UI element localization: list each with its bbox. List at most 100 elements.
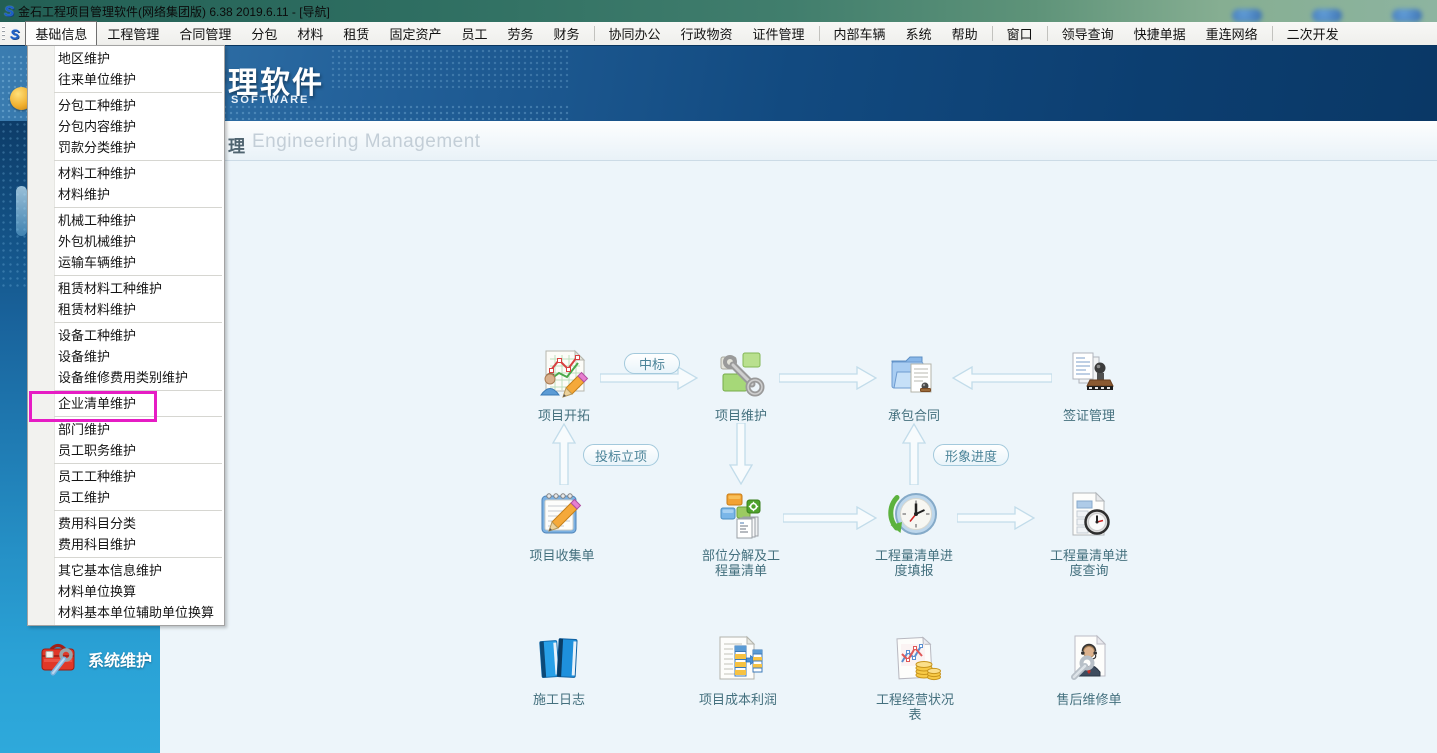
menu-item[interactable]: 基础信息 <box>25 21 97 46</box>
dropdown-item[interactable]: 材料维护 <box>28 184 224 205</box>
flow-node-label: 项目收集单 <box>504 548 620 563</box>
menu-item[interactable]: 窗口 <box>997 21 1043 46</box>
application-window: 管理软件 ENT SOFTWARE 理 Engineering Manageme… <box>0 0 1437 753</box>
flow-arrow-down <box>729 423 753 490</box>
menu-separator <box>594 26 595 41</box>
dropdown-item[interactable]: 材料单位换算 <box>28 581 224 602</box>
sidebar-item-label: 系统维护 <box>88 647 152 671</box>
menu-item[interactable]: 工程管理 <box>97 21 169 46</box>
flow-node-jyzk[interactable]: 工程经营状况表 <box>857 632 973 723</box>
doc-support-wrench-icon <box>1062 632 1116 686</box>
sidebar-item-partial[interactable] <box>16 186 27 236</box>
dropdown-item[interactable]: 租赁材料维护 <box>28 299 224 320</box>
menu-item[interactable]: 协同办公 <box>599 21 671 46</box>
dropdown-item[interactable]: 费用科目维护 <box>28 534 224 555</box>
dropdown-separator <box>54 322 222 323</box>
flow-node-label: 项目维护 <box>683 408 799 423</box>
sidebar-item-system-maintain[interactable]: 系统维护 <box>38 639 152 679</box>
dropdown-item[interactable]: 外包机械维护 <box>28 231 224 252</box>
doc-chart-coins-icon <box>888 632 942 686</box>
flow-node-cbht[interactable]: 承包合同 <box>856 348 972 423</box>
dropdown-separator <box>54 160 222 161</box>
menu-item[interactable]: 财务 <box>543 21 589 46</box>
window-control-blob[interactable] <box>1392 9 1422 22</box>
dropdown-separator <box>54 510 222 511</box>
dropdown-item[interactable]: 设备工种维护 <box>28 325 224 346</box>
toolbox-wrench-icon <box>38 639 78 679</box>
menu-item[interactable]: 租赁 <box>333 21 379 46</box>
dropdown-item[interactable]: 设备维修费用类别维护 <box>28 367 224 388</box>
menu-item[interactable]: 行政物资 <box>671 21 743 46</box>
dropdown-item[interactable]: 其它基本信息维护 <box>28 560 224 581</box>
section-header: 理 Engineering Management <box>160 121 1437 161</box>
flow-node-xmsjd[interactable]: 项目收集单 <box>504 488 620 563</box>
menu-item[interactable]: 固定资产 <box>379 21 451 46</box>
menu-item[interactable]: 帮助 <box>942 21 988 46</box>
menu-item[interactable]: 分包 <box>241 21 287 46</box>
toolbar-grip[interactable] <box>2 26 5 42</box>
dropdown-item[interactable]: 分包内容维护 <box>28 116 224 137</box>
stamp-docs-icon <box>1062 348 1116 402</box>
menu-item[interactable]: 二次开发 <box>1277 21 1349 46</box>
menu-logo-icon: S <box>10 27 19 41</box>
menu-items: 基础信息工程管理合同管理分包材料租赁固定资产员工劳务财务协同办公行政物资证件管理… <box>25 22 1348 45</box>
section-title-cn: 理 <box>228 132 245 157</box>
menu-separator <box>1047 26 1048 41</box>
blocks-wrench-icon <box>714 348 768 402</box>
menu-item[interactable]: 系统 <box>896 21 942 46</box>
dropdown-item[interactable]: 地区维护 <box>28 48 224 69</box>
dropdown-item[interactable]: 员工维护 <box>28 487 224 508</box>
dropdown-item[interactable]: 机械工种维护 <box>28 210 224 231</box>
flow-node-label: 部位分解及工程量清单 <box>683 548 799 579</box>
flow-node-qzgl[interactable]: 签证管理 <box>1031 348 1147 423</box>
flow-node-sgrz[interactable]: 施工日志 <box>501 632 617 707</box>
dropdown-item[interactable]: 往来单位维护 <box>28 69 224 90</box>
doc-clock-icon <box>1062 488 1116 542</box>
dropdown-separator <box>54 275 222 276</box>
section-title-en: Engineering Management <box>252 131 481 153</box>
clock-refresh-icon <box>887 488 941 542</box>
dropdown-item[interactable]: 材料工种维护 <box>28 163 224 184</box>
flow-node-xmkt[interactable]: 项目开拓 <box>506 348 622 423</box>
app-logo-icon: S <box>4 4 14 19</box>
dropdown-item[interactable]: 租赁材料工种维护 <box>28 278 224 299</box>
dropdown-item[interactable]: 分包工种维护 <box>28 95 224 116</box>
menu-item[interactable]: 劳务 <box>497 21 543 46</box>
menu-item[interactable]: 领导查询 <box>1052 21 1124 46</box>
flow-node-label: 售后维修单 <box>1031 692 1147 707</box>
notepad-pencil-icon <box>535 488 589 542</box>
dropdown-menu-basic-info: 地区维护往来单位维护分包工种维护分包内容维护罚款分类维护材料工种维护材料维护机械… <box>27 45 225 626</box>
menu-separator <box>819 26 820 41</box>
menu-item[interactable]: 内部车辆 <box>824 21 896 46</box>
dropdown-item[interactable]: 罚款分类维护 <box>28 137 224 158</box>
dropdown-item[interactable]: 运输车辆维护 <box>28 252 224 273</box>
menu-separator <box>992 26 993 41</box>
dropdown-separator <box>54 463 222 464</box>
flow-node-shwx[interactable]: 售后维修单 <box>1031 632 1147 707</box>
flow-node-xmcb[interactable]: 项目成本利润 <box>680 632 796 707</box>
flow-node-label: 项目成本利润 <box>680 692 796 707</box>
menu-item[interactable]: 员工 <box>451 21 497 46</box>
flow-node-label: 工程量清单进度填报 <box>856 548 972 579</box>
flow-node-jdcx[interactable]: 工程量清单进度查询 <box>1031 488 1147 579</box>
dropdown-item[interactable]: 部门维护 <box>28 419 224 440</box>
dropdown-item[interactable]: 员工职务维护 <box>28 440 224 461</box>
menu-separator <box>1272 26 1273 41</box>
folder-contract-icon <box>887 348 941 402</box>
flow-node-label: 项目开拓 <box>506 408 622 423</box>
menu-item[interactable]: 证件管理 <box>743 21 815 46</box>
dropdown-item[interactable]: 材料基本单位辅助单位换算 <box>28 602 224 623</box>
menu-item[interactable]: 快捷单据 <box>1124 21 1196 46</box>
menu-item[interactable]: 重连网络 <box>1196 21 1268 46</box>
flow-node-bwfj[interactable]: 部位分解及工程量清单 <box>683 488 799 579</box>
flow-node-label: 签证管理 <box>1031 408 1147 423</box>
flow-node-xmwh[interactable]: 项目维护 <box>683 348 799 423</box>
menu-item[interactable]: 材料 <box>287 21 333 46</box>
dropdown-item[interactable]: 企业清单维护 <box>28 393 224 414</box>
dropdown-item[interactable]: 费用科目分类 <box>28 513 224 534</box>
dropdown-item[interactable]: 设备维护 <box>28 346 224 367</box>
dropdown-item[interactable]: 员工工种维护 <box>28 466 224 487</box>
menu-item[interactable]: 合同管理 <box>169 21 241 46</box>
flow-node-label: 施工日志 <box>501 692 617 707</box>
flow-node-jdtb[interactable]: 工程量清单进度填报 <box>856 488 972 579</box>
